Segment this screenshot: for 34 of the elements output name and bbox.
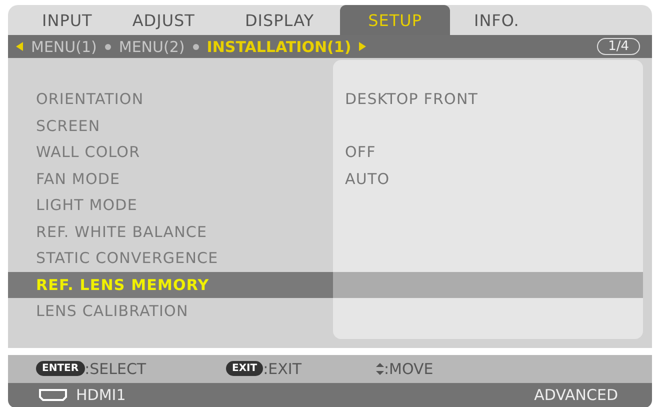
setting-value: AUTO xyxy=(345,170,390,188)
key-badge: EXIT xyxy=(226,361,264,376)
left-arrow-icon[interactable] xyxy=(16,42,23,51)
menu-item[interactable]: SCREEN xyxy=(8,112,333,139)
separator-dot-icon xyxy=(192,44,199,50)
separator-dot-icon xyxy=(104,44,111,50)
hdmi-port-icon xyxy=(38,389,68,401)
menu-item[interactable]: REF. WHITE BALANCE xyxy=(8,218,333,245)
help-text: :MOVE xyxy=(384,360,434,378)
right-arrow-icon[interactable] xyxy=(359,42,366,51)
setting-value: OFF xyxy=(345,143,376,162)
breadcrumb-item[interactable]: MENU(2) xyxy=(118,38,185,56)
menu-item[interactable]: LENS CALIBRATION xyxy=(8,298,333,324)
input-source: HDMI1 xyxy=(76,386,126,404)
menu-tab[interactable]: DISPLAY xyxy=(218,5,340,35)
menu-tab[interactable]: INFO. xyxy=(450,5,544,35)
up-down-arrows-icon xyxy=(376,362,384,374)
menu-item[interactable]: WALL COLOR xyxy=(8,139,333,166)
menu-item[interactable]: REF. LENS MEMORY xyxy=(8,272,333,298)
breadcrumb-item[interactable]: MENU(1) xyxy=(31,38,97,56)
menu-tab[interactable]: ADJUST xyxy=(108,5,219,35)
help-text: :EXIT xyxy=(263,360,302,378)
menu-tab[interactable]: INPUT xyxy=(26,5,108,35)
menu-item[interactable]: LIGHT MODE xyxy=(8,192,333,218)
breadcrumb-item[interactable]: INSTALLATION(1) xyxy=(206,38,352,56)
page-indicator: 1/4 xyxy=(597,38,640,55)
menu-item[interactable]: FAN MODE xyxy=(8,166,333,192)
menu-item[interactable]: ORIENTATION xyxy=(8,86,333,112)
menu-mode: ADVANCED xyxy=(534,386,618,404)
key-badge: ENTER xyxy=(36,361,85,376)
menu-tab[interactable]: SETUP xyxy=(340,5,450,35)
menu-item[interactable]: STATIC CONVERGENCE xyxy=(8,245,333,272)
help-text: :SELECT xyxy=(84,360,146,378)
setting-value: DESKTOP FRONT xyxy=(345,90,478,108)
